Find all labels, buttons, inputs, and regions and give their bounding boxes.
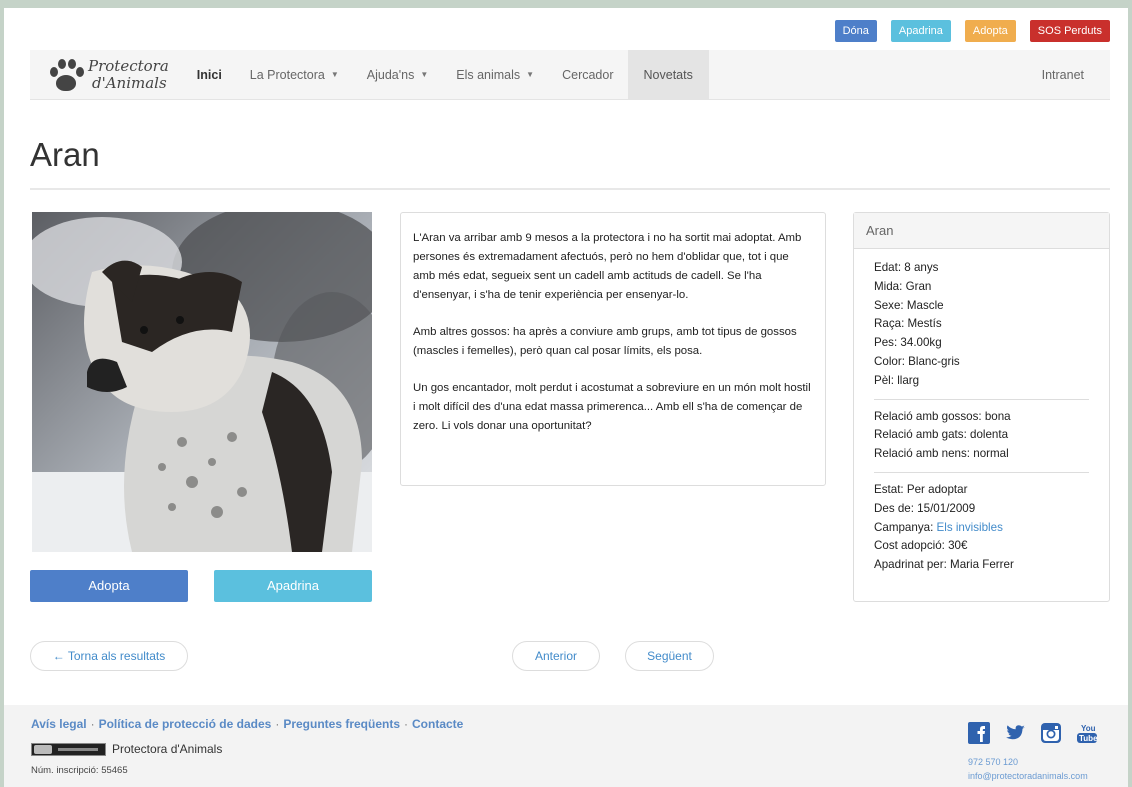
social-links: You Tube <box>968 722 1098 744</box>
caret-down-icon: ▼ <box>420 70 429 79</box>
caret-down-icon: ▼ <box>330 70 339 79</box>
status-state: Estat: Per adoptar <box>874 482 968 496</box>
nav-label: Cercador <box>562 67 614 82</box>
dog-photo-illustration <box>32 212 372 552</box>
brand-line-2: d'Animals <box>92 73 167 92</box>
detail-size: Mida: Gran <box>874 279 932 293</box>
description-paragraph: Un gos encantador, molt perdut i acostum… <box>413 382 811 432</box>
detail-age: Edat: 8 anys <box>874 261 939 274</box>
detail-breed: Raça: Mestís <box>874 317 942 331</box>
facebook-icon[interactable] <box>968 722 990 744</box>
nav-label: Inici <box>196 67 222 82</box>
donate-button[interactable]: Dóna <box>834 20 877 42</box>
description-paragraph: L'Aran va arribar amb 9 mesos a la prote… <box>413 232 802 301</box>
description-box: L'Aran va arribar amb 9 mesos a la prote… <box>400 212 826 486</box>
svg-text:You: You <box>1081 724 1096 733</box>
status-since: Des de: 15/01/2009 <box>874 501 976 515</box>
brand-line-1: Protectora <box>88 56 169 75</box>
status-cost: Cost adopció: 30€ <box>874 539 968 553</box>
nav-item-novetats[interactable]: Novetats <box>627 50 709 99</box>
separator: · <box>404 717 409 731</box>
separator: · <box>90 717 95 731</box>
detail-coat: Pèl: llarg <box>874 373 920 387</box>
footer-link-contact[interactable]: Contacte <box>412 717 463 731</box>
relation-cats: Relació amb gats: dolenta <box>874 428 1009 442</box>
relation-dogs: Relació amb gossos: bona <box>874 409 1011 423</box>
navbar: Protectora d'Animals Inici La Protectora… <box>30 50 1110 100</box>
relation-kids: Relació amb nens: normal <box>874 447 1009 461</box>
caret-down-icon: ▼ <box>526 70 535 79</box>
registration-number: Núm. inscripció: 55465 <box>31 765 128 776</box>
paw-icon <box>48 57 84 93</box>
info-panel-title: Aran <box>854 213 1109 249</box>
campaign-label: Campanya: <box>874 520 937 534</box>
brand-logo[interactable]: Protectora d'Animals <box>30 50 183 99</box>
adopt-button[interactable]: Adopta <box>30 570 188 602</box>
info-panel-body: Edat: 8 anys Mida: Gran Sexe: Mascle Raç… <box>854 249 1109 575</box>
nav-item-cercador[interactable]: Cercador <box>548 50 627 99</box>
footer-org-name: Protectora d'Animals <box>112 742 223 756</box>
previous-button[interactable]: Anterior <box>512 641 600 671</box>
sos-lost-button[interactable]: SOS Perduts <box>1029 20 1110 42</box>
main-nav: Inici La Protectora ▼ Ajuda'ns ▼ Els anima… <box>183 50 709 99</box>
email-address[interactable]: info@protectoradanimals.com <box>968 769 1088 783</box>
page: Dóna Apadrina Adopta SOS Perduts Protect… <box>4 8 1128 787</box>
nav-item-inici[interactable]: Inici <box>183 50 236 99</box>
detail-sex: Sexe: Mascle <box>874 298 944 312</box>
instagram-icon[interactable] <box>1040 722 1062 744</box>
creative-commons-icon[interactable] <box>31 742 106 756</box>
nav-label: Intranet <box>1041 67 1084 82</box>
page-title: Aran <box>30 136 100 173</box>
detail-weight: Pes: 34.00kg <box>874 336 942 350</box>
status-sponsor: Apadrinat per: Maria Ferrer <box>874 558 1014 572</box>
campaign-link[interactable]: Els invisibles <box>937 521 1003 534</box>
animal-photo <box>32 212 372 552</box>
nav-label: La Protectora <box>249 67 325 82</box>
divider <box>874 398 1089 400</box>
title-divider <box>30 188 1110 190</box>
sponsor-button[interactable]: Apadrina <box>214 570 372 602</box>
status-campaign: Campanya: Els invisibles <box>874 519 1089 538</box>
nav-label: Ajuda'ns <box>366 67 415 82</box>
footer-link-faq[interactable]: Preguntes freqüents <box>283 717 400 731</box>
footer-link-legal[interactable]: Avís legal <box>31 717 87 731</box>
divider <box>874 471 1089 473</box>
nav-item-la-protectora[interactable]: La Protectora ▼ <box>236 50 353 99</box>
nav-label: Els animals <box>456 67 521 82</box>
nav-item-els-animals[interactable]: Els animals ▼ <box>442 50 548 99</box>
twitter-icon[interactable] <box>1004 722 1026 744</box>
license-line: Protectora d'Animals <box>31 742 222 756</box>
detail-color: Color: Blanc-gris <box>874 354 960 368</box>
contact-info: 972 570 120 info@protectoradanimals.com <box>968 755 1088 783</box>
info-panel: Aran Edat: 8 anys Mida: Gran Sexe: Mascl… <box>853 212 1110 602</box>
footer: Avís legal · Política de protecció de dade… <box>4 705 1128 787</box>
next-button[interactable]: Següent <box>625 641 714 671</box>
sponsor-top-button[interactable]: Apadrina <box>890 20 951 42</box>
back-to-results-button[interactable]: ← Torna als resultats <box>30 641 188 671</box>
svg-text:Tube: Tube <box>1079 734 1098 743</box>
separator: · <box>275 717 280 731</box>
nav-label: Novetats <box>643 67 693 82</box>
nav-item-intranet[interactable]: Intranet <box>1016 50 1110 99</box>
phone-number[interactable]: 972 570 120 <box>968 755 1088 769</box>
adopt-top-button[interactable]: Adopta <box>964 20 1016 42</box>
footer-links: Avís legal · Política de protecció de dade… <box>31 717 463 731</box>
footer-link-privacy[interactable]: Política de protecció de dades <box>99 717 272 731</box>
description-paragraph: Amb altres gossos: ha après a conviure a… <box>413 326 797 357</box>
brand-name: Protectora d'Animals <box>88 56 169 92</box>
nav-item-ajudans[interactable]: Ajuda'ns ▼ <box>353 50 442 99</box>
top-action-buttons: Dóna Apadrina Adopta SOS Perduts <box>834 20 1110 42</box>
youtube-icon[interactable]: You Tube <box>1076 722 1098 744</box>
